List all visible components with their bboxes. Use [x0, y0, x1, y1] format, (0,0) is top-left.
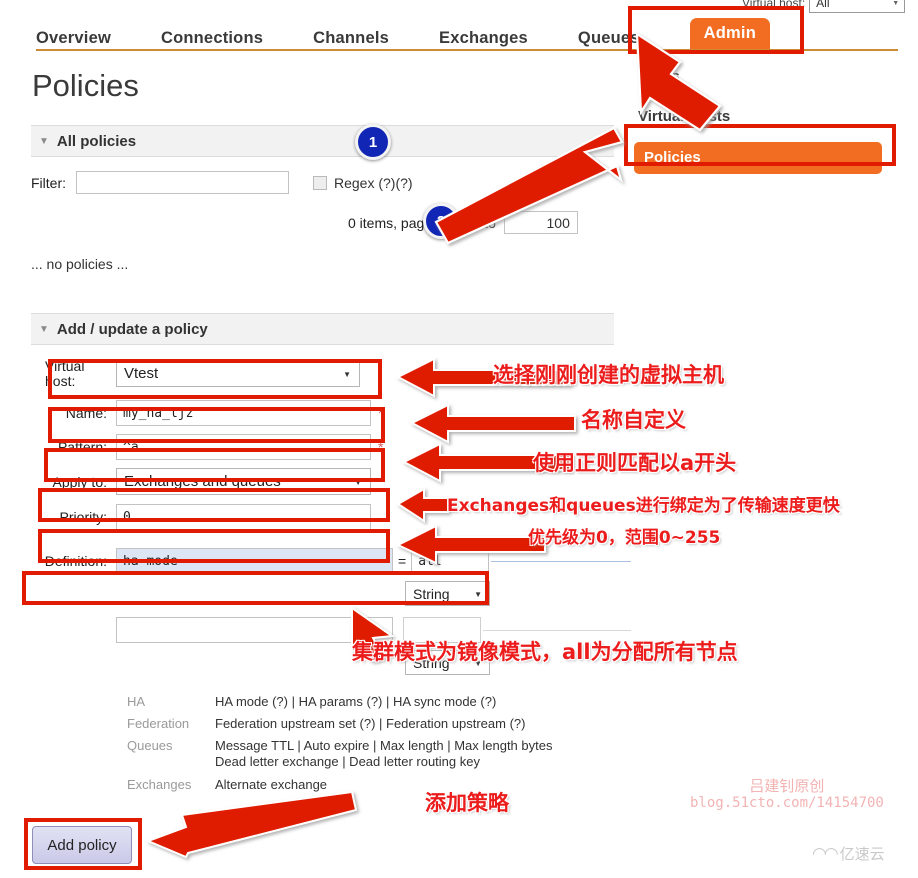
annotation-note-add-policy: 添加策略 — [425, 791, 509, 815]
nav-tab-exchanges[interactable]: Exchanges — [439, 29, 528, 48]
add-policy-title: Add / update a policy — [56, 320, 208, 338]
definition-row-rule — [491, 560, 631, 562]
nav-tab-list: Overview Connections Channels Exchanges … — [36, 12, 770, 50]
step-badge-1: 1 — [355, 124, 391, 160]
help-category-queues: Queues — [127, 738, 173, 753]
help-category-federation: Federation — [127, 716, 190, 731]
table-row: Queues Message TTL | Auto expire | Max l… — [127, 738, 552, 777]
sidebar-item-users[interactable]: Users — [634, 62, 896, 91]
vhost-field-select[interactable]: Vtest ▼ — [116, 359, 360, 387]
watermark-url: blog.51cto.com/14154700 — [690, 795, 884, 811]
vhost-selector-label: Virtual host: — [742, 0, 806, 10]
add-policy-section: ▼ Add / update a policy — [31, 313, 614, 345]
sidebar-item-virtual-hosts[interactable]: Virtual Hosts — [634, 102, 896, 131]
pattern-field-label: Pattern: — [57, 439, 107, 455]
form-row-definition: Definition: ha-mode = all — [31, 548, 631, 574]
definition-empty-rule — [483, 629, 631, 631]
priority-field-label: Priority: — [59, 509, 107, 525]
filter-input[interactable] — [76, 171, 289, 194]
nav-tab-admin[interactable]: Admin — [689, 18, 770, 50]
chevron-down-icon: ▼ — [354, 478, 362, 487]
vhost-field-value: Vtest — [124, 364, 159, 382]
filter-label: Filter: — [31, 174, 66, 191]
policy-help-table: HA HA mode (?) | HA params (?) | HA sync… — [127, 694, 552, 799]
filter-row: Filter: Regex (?)(?) — [31, 171, 413, 194]
sidebar-item-policies[interactable]: Policies — [634, 142, 882, 174]
priority-field-input[interactable]: 0 — [116, 504, 371, 530]
name-required-marker: * — [378, 405, 384, 421]
annotation-note-pattern: 使用正则匹配以a开头 — [533, 451, 737, 475]
regex-checkbox[interactable] — [313, 175, 327, 190]
nav-tab-connections[interactable]: Connections — [161, 29, 263, 48]
add-policy-button[interactable]: Add policy — [32, 826, 132, 864]
table-row: Federation Federation upstream set (?) |… — [127, 716, 552, 738]
regex-label: Regex (?)(?) — [334, 174, 413, 191]
definition-type-select[interactable]: String ▼ — [405, 581, 490, 606]
annotation-note-apply-to: Exchanges和queues进行绑定为了传输速度更快 — [447, 496, 840, 516]
table-row: HA HA mode (?) | HA params (?) | HA sync… — [127, 694, 552, 716]
name-field-input[interactable]: my_ha_ljz — [116, 400, 371, 426]
help-links-ha[interactable]: HA mode (?) | HA params (?) | HA sync mo… — [215, 694, 552, 716]
pattern-field-input[interactable]: ^a — [116, 434, 371, 460]
apply-to-field-value: Exchanges and queues — [124, 473, 281, 490]
chevron-down-icon: ▼ — [343, 369, 351, 379]
step-badge-2: 2 — [423, 203, 459, 239]
annotation-note-definition: 集群模式为镜像模式，all为分配所有节点 — [352, 640, 738, 664]
name-field-label: Name: — [65, 405, 107, 421]
pattern-required-marker: * — [378, 439, 384, 455]
collapse-caret-icon[interactable]: ▼ — [39, 136, 49, 147]
definition-equals-sign: = — [398, 553, 407, 569]
all-policies-section: ▼ All policies — [31, 125, 614, 157]
definition-type-value: String — [413, 585, 450, 602]
help-links-federation[interactable]: Federation upstream set (?) | Federation… — [215, 716, 552, 738]
collapse-caret-icon[interactable]: ▼ — [39, 324, 49, 335]
apply-to-field-label: Apply to: — [52, 473, 107, 490]
chevron-down-icon: ▼ — [892, 0, 900, 7]
annotation-note-priority: 优先级为0，范围0~255 — [528, 528, 721, 548]
form-row-name: Name: my_ha_ljz * — [31, 400, 631, 426]
site-logo: ◠◠ 亿速云 — [812, 843, 885, 864]
annotation-note-name: 名称自定义 — [581, 408, 686, 432]
vhost-field-label: Virtual host: — [45, 358, 85, 389]
vhost-selector-value: All — [816, 0, 830, 10]
nav-underline — [36, 49, 898, 51]
nav-tab-overview[interactable]: Overview — [36, 29, 111, 48]
apply-to-field-select[interactable]: Exchanges and queues ▼ — [116, 468, 371, 495]
add-policy-header[interactable]: ▼ Add / update a policy — [31, 313, 614, 345]
watermark-author: 吕建钊原创 — [749, 777, 825, 795]
annotation-note-vhost: 选择刚刚创建的虚拟主机 — [493, 363, 724, 387]
nav-tab-channels[interactable]: Channels — [313, 29, 389, 48]
site-logo-text: 亿速云 — [839, 846, 885, 863]
paging-text: 0 items, page size up to — [348, 214, 496, 231]
all-policies-title: All policies — [56, 132, 137, 150]
top-navigation: Overview Connections Channels Exchanges … — [0, 12, 918, 50]
watermark: 吕建钊原创 blog.51cto.com/14154700 — [690, 778, 884, 812]
form-row-definition-type: String ▼ — [405, 581, 631, 606]
vhost-selector-dropdown[interactable]: All ▼ — [809, 0, 906, 13]
help-category-exchanges: Exchanges — [127, 777, 192, 792]
help-links-queues[interactable]: Message TTL | Auto expire | Max length |… — [215, 738, 552, 777]
page-size-input[interactable]: 100 — [503, 211, 578, 234]
arrow-to-add-policy-button — [145, 790, 358, 859]
chevron-down-icon: ▼ — [474, 590, 482, 599]
cloud-logo-icon: ◠◠ — [812, 843, 839, 863]
add-policy-form: Virtual host: Vtest ▼ Name: my_ha_ljz * … — [31, 357, 631, 682]
all-policies-header[interactable]: ▼ All policies — [31, 125, 614, 157]
definition-key-input[interactable]: ha-mode — [116, 548, 393, 574]
definition-field-label: Definition: — [44, 553, 107, 569]
definition-empty-label — [31, 617, 116, 643]
definition-value-input[interactable]: all — [411, 548, 490, 574]
page-title: Policies — [32, 68, 139, 103]
paging-row: 0 items, page size up to 100 — [348, 211, 578, 234]
no-policies-message: ... no policies ... — [31, 256, 129, 272]
nav-tab-queues[interactable]: Queues — [578, 29, 640, 48]
admin-sidebar: Users Virtual Hosts Policies — [634, 62, 896, 185]
help-category-ha: HA — [127, 694, 146, 709]
